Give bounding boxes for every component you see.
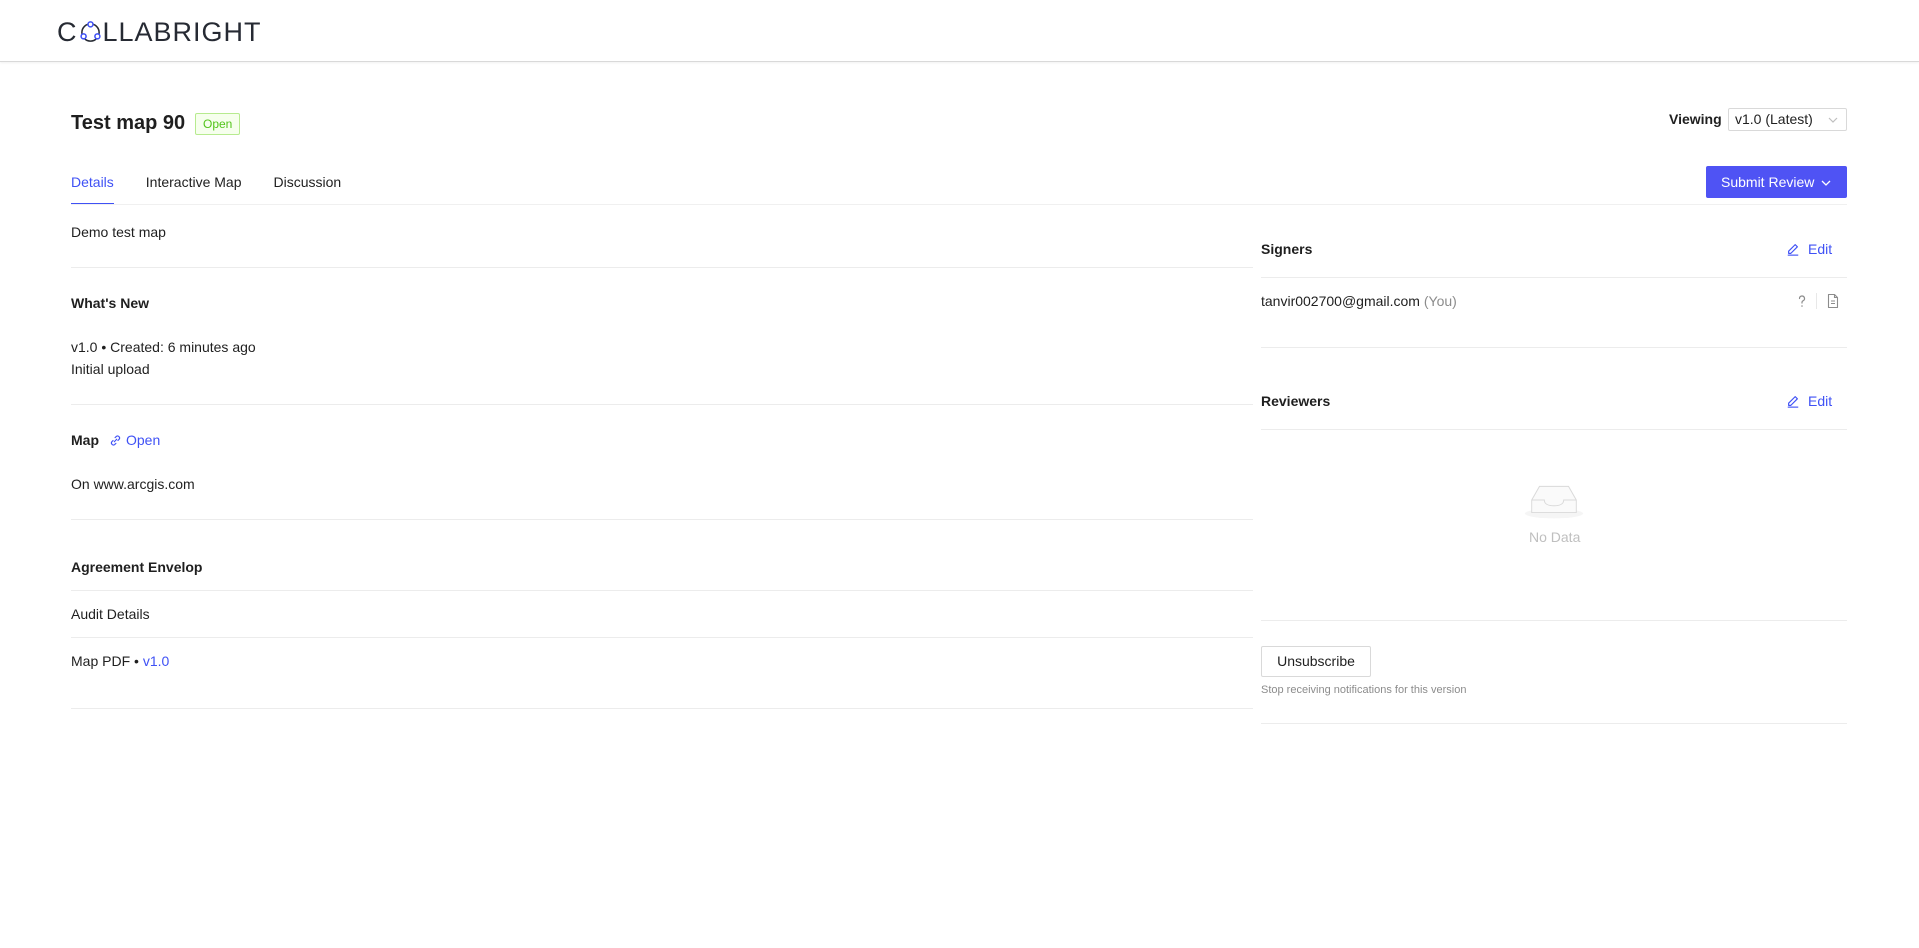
logo-text-right: LLABRIGHT [102,16,262,47]
agreement-heading: Agreement Envelop [71,559,203,575]
submit-review-button[interactable]: Submit Review [1706,166,1847,198]
map-description: Demo test map [71,224,166,240]
edit-icon [1787,244,1799,256]
signers-heading: Signers [1261,241,1313,257]
divider [1261,723,1847,724]
divider [1261,429,1847,430]
tab-details[interactable]: Details [71,170,114,205]
map-pdf-version-link[interactable]: v1.0 [143,653,169,669]
map-heading: Map [71,432,99,448]
divider [71,637,1253,638]
question-icon[interactable] [1794,293,1810,309]
signers-edit-label: Edit [1808,241,1833,257]
tab-discussion[interactable]: Discussion [274,170,342,205]
logo-ring-icon [79,20,102,44]
version-note: Initial upload [71,361,150,377]
app-header: C LLABRIGHT [0,0,1919,62]
divider [71,590,1253,591]
unsubscribe-button[interactable]: Unsubscribe [1261,646,1371,677]
document-icon[interactable] [1825,293,1841,309]
unsubscribe-help-text: Stop receiving notifications for this ve… [1261,684,1467,696]
divider [71,404,1253,405]
reviewers-edit-label: Edit [1808,393,1833,409]
divider [1261,277,1847,278]
divider [71,708,1253,709]
divider [1261,620,1847,621]
link-icon [110,434,121,446]
version-select-value: v1.0 (Latest) [1735,111,1813,127]
map-source: On www.arcgis.com [71,476,195,492]
map-open-link[interactable]: Open [109,430,160,450]
audit-details[interactable]: Audit Details [71,604,150,624]
map-pdf-row: Map PDF • v1.0 [71,651,169,671]
chevron-down-icon [1828,117,1838,123]
status-badge: Open [195,113,241,135]
signer-email: tanvir002700@gmail.com [1261,293,1420,309]
signer-row: tanvir002700@gmail.com (You) [1261,291,1457,311]
empty-inbox-icon [1524,485,1584,519]
page-title: Test map 90 [71,112,186,134]
icon-divider [1816,293,1817,309]
whats-new-heading: What's New [71,295,150,311]
logo-text-left: C [57,16,78,47]
reviewers-heading: Reviewers [1261,393,1331,409]
tabs-divider [71,204,1847,205]
tab-interactive-map[interactable]: Interactive Map [146,170,242,205]
map-pdf-label: Map PDF • [71,653,139,669]
version-created-line: v1.0 • Created: 6 minutes ago [71,339,256,355]
divider [71,267,1253,268]
version-select[interactable]: v1.0 (Latest) [1728,108,1847,131]
collabright-logo[interactable]: C LLABRIGHT [57,16,262,47]
tab-bar: Details Interactive Map Discussion [71,170,341,205]
signers-edit-button[interactable]: Edit [1786,239,1832,259]
reviewers-empty-text: No Data [1529,529,1581,545]
map-open-label: Open [126,432,161,448]
edit-icon [1787,396,1799,408]
viewing-label: Viewing [1669,111,1722,127]
divider [1261,347,1847,348]
chevron-down-icon [1821,180,1831,186]
submit-review-label: Submit Review [1721,174,1815,190]
signer-you-tag: (You) [1423,293,1457,309]
reviewers-edit-button[interactable]: Edit [1786,391,1832,411]
divider [71,519,1253,520]
